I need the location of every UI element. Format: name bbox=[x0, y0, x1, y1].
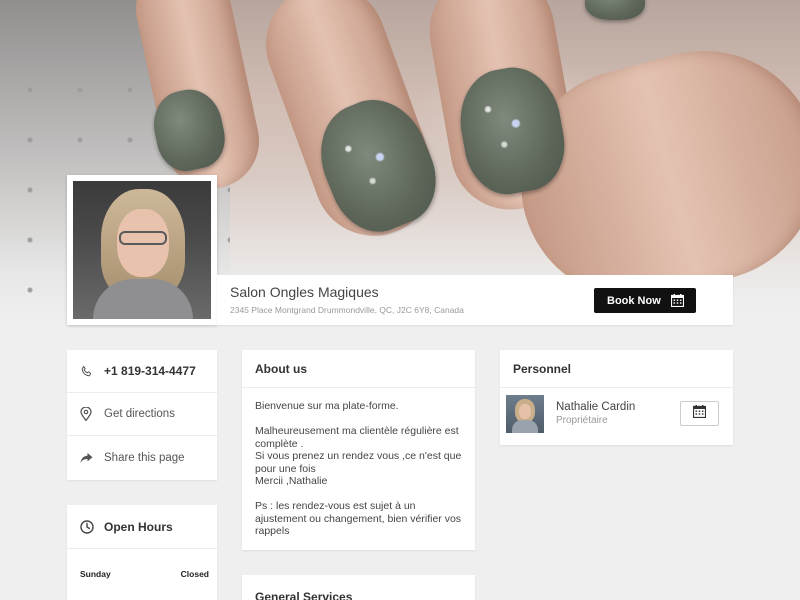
calendar-icon bbox=[692, 404, 707, 423]
phone-number: +1 819-314-4477 bbox=[104, 364, 196, 378]
general-services-title: General Services bbox=[255, 590, 353, 600]
staff-role: Propriétaire bbox=[556, 415, 608, 426]
share-page-link[interactable]: Share this page bbox=[67, 436, 217, 479]
business-name: Salon Ongles Magiques bbox=[230, 284, 379, 300]
get-directions-label: Get directions bbox=[104, 408, 175, 420]
map-pin-icon bbox=[80, 407, 104, 421]
book-now-label: Book Now bbox=[607, 294, 661, 307]
share-arrow-icon bbox=[80, 452, 104, 464]
about-us-card: About us Bienvenue sur ma plate-forme. M… bbox=[242, 350, 475, 550]
share-page-label: Share this page bbox=[104, 451, 185, 464]
open-hours-title: Open Hours bbox=[104, 519, 173, 534]
hours-day: Sunday bbox=[80, 569, 111, 579]
open-hours-card: Open Hours Sunday Closed bbox=[67, 505, 217, 600]
get-directions-link[interactable]: Get directions bbox=[67, 393, 217, 436]
open-hours-header: Open Hours bbox=[67, 505, 217, 549]
hours-row: Sunday Closed bbox=[67, 561, 217, 587]
cover-nail bbox=[585, 0, 645, 20]
profile-photo bbox=[73, 181, 211, 319]
staff-row: Nathalie Cardin Propriétaire bbox=[500, 388, 733, 444]
staff-avatar bbox=[506, 395, 544, 433]
calendar-icon bbox=[670, 294, 685, 310]
contact-card: +1 819-314-4477 Get directions Share thi… bbox=[67, 350, 217, 480]
about-us-text: Bienvenue sur ma plate-forme. Malheureus… bbox=[255, 400, 462, 537]
personnel-title: Personnel bbox=[500, 350, 733, 388]
phone-link[interactable]: +1 819-314-4477 bbox=[67, 350, 217, 393]
general-services-card: General Services bbox=[242, 575, 475, 600]
business-header: Salon Ongles Magiques 2345 Place Montgra… bbox=[217, 275, 733, 325]
phone-icon bbox=[80, 365, 104, 378]
staff-book-button[interactable] bbox=[680, 401, 719, 426]
personnel-card: Personnel Nathalie Cardin Propriétaire bbox=[500, 350, 733, 445]
about-us-title: About us bbox=[242, 350, 475, 388]
book-now-button[interactable]: Book Now bbox=[594, 288, 696, 313]
hours-value: Closed bbox=[180, 569, 209, 579]
staff-name: Nathalie Cardin bbox=[556, 401, 636, 413]
clock-icon bbox=[80, 519, 104, 534]
business-address: 2345 Place Montgrand Drummondville, QC, … bbox=[230, 305, 464, 315]
profile-avatar bbox=[67, 175, 217, 325]
